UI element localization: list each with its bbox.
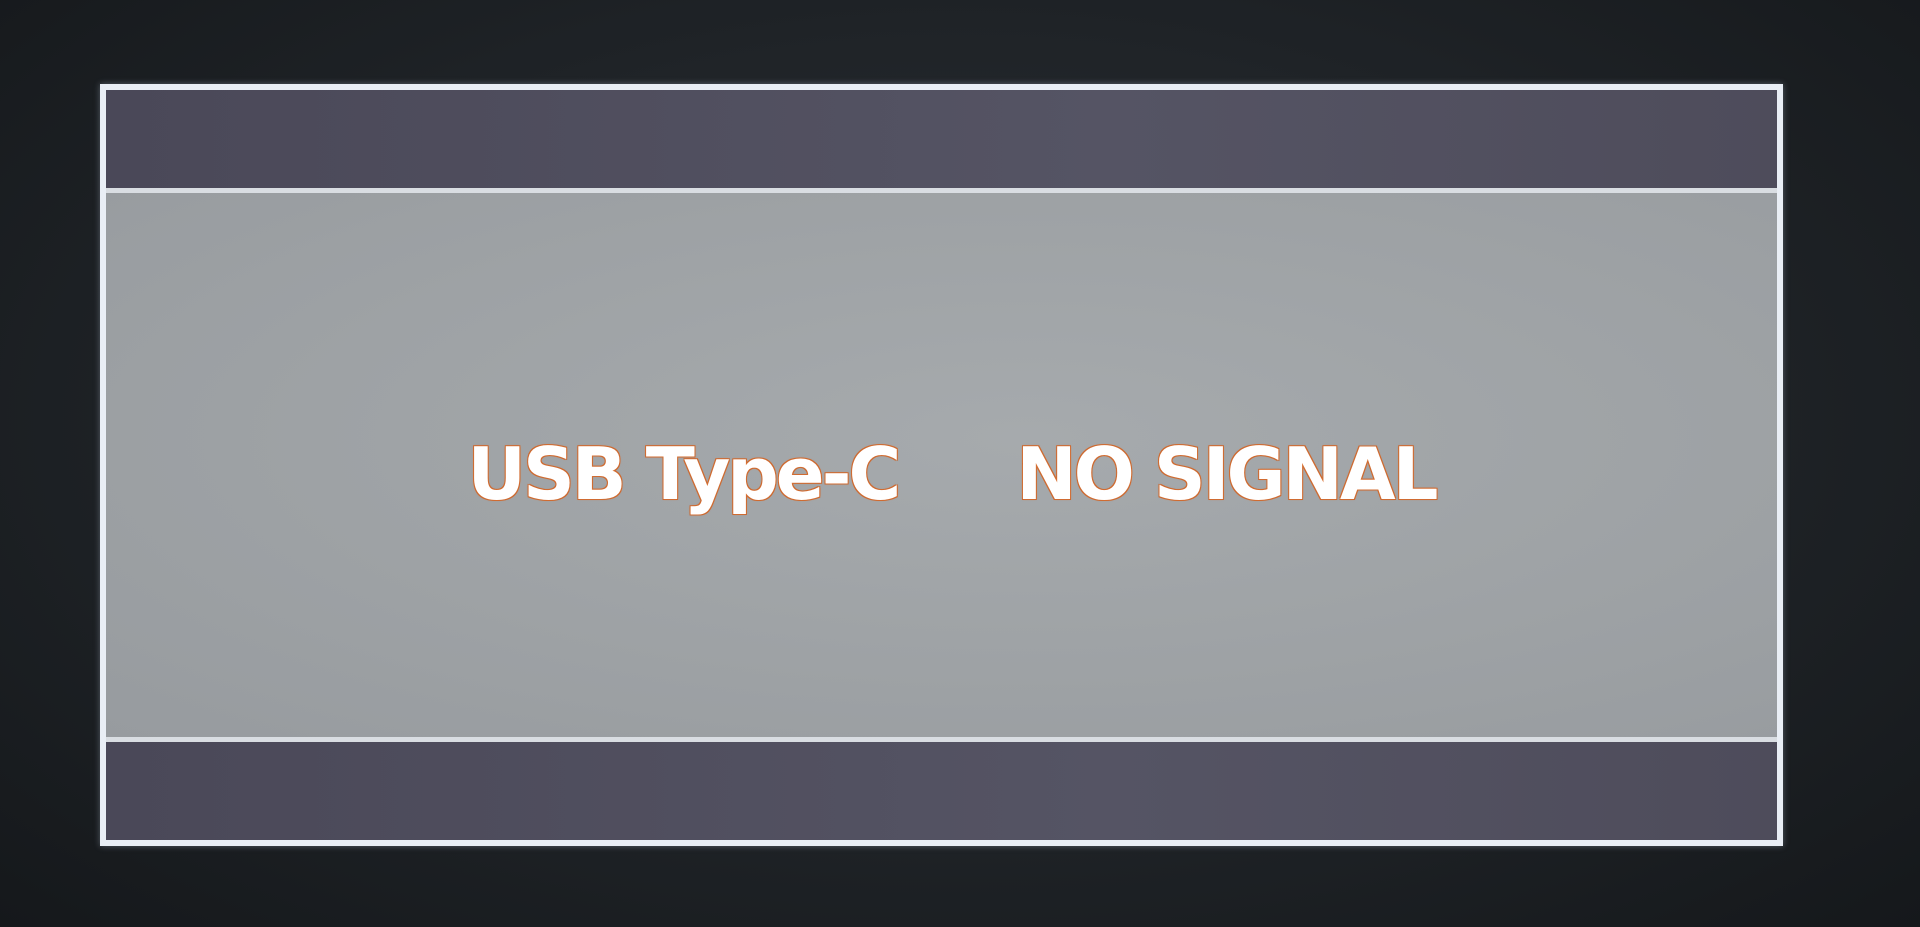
input-source-label: USB Type-C: [467, 432, 901, 516]
no-signal-screen: { "osd": { "input_source": "USB Type-C",…: [0, 0, 1920, 927]
osd-bottom-band: [106, 737, 1777, 840]
signal-status-label: NO SIGNAL: [1016, 432, 1438, 516]
osd-dialog: USB Type-C NO SIGNAL: [100, 84, 1783, 846]
osd-message-panel: USB Type-C NO SIGNAL: [106, 193, 1777, 737]
osd-top-band: [106, 90, 1777, 193]
osd-message-row: USB Type-C NO SIGNAL: [467, 432, 1438, 516]
